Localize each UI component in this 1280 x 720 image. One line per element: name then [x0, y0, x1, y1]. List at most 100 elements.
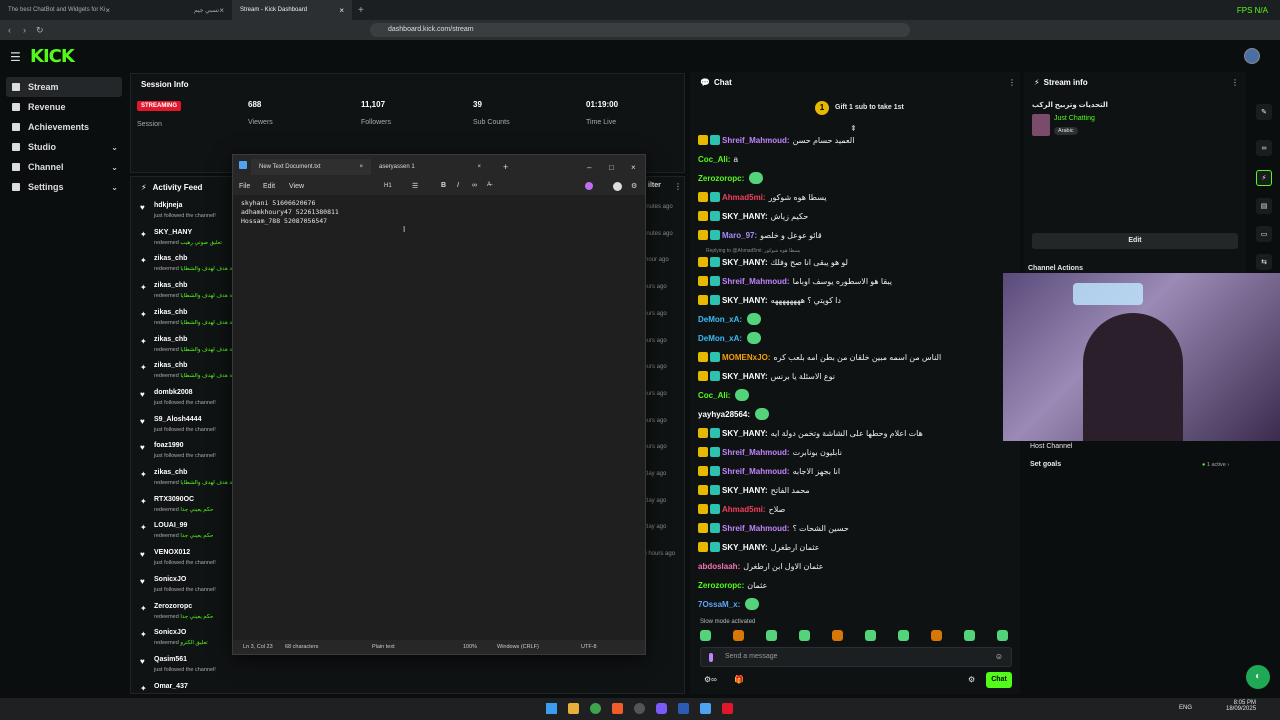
- close-icon[interactable]: ×: [105, 6, 110, 15]
- chat-username[interactable]: DeMon_xA:: [698, 334, 742, 343]
- chat-username[interactable]: SKY_HANY:: [722, 296, 768, 305]
- chat-username[interactable]: SKY_HANY:: [722, 258, 768, 267]
- discord-icon[interactable]: [656, 703, 667, 714]
- language-indicator[interactable]: ENG: [1179, 705, 1192, 711]
- sidebar-item-studio[interactable]: Studio ⌄: [6, 137, 122, 157]
- emoji-icon[interactable]: ☺: [995, 652, 1003, 661]
- doc-icon[interactable]: ▤: [1256, 198, 1272, 214]
- close-icon[interactable]: ×: [339, 6, 344, 15]
- close-icon[interactable]: ×: [219, 6, 224, 15]
- link-icon[interactable]: ∞: [1256, 140, 1272, 156]
- more-icon[interactable]: ⋮: [1231, 78, 1239, 87]
- chat-username[interactable]: Shreif_Mahmoud:: [722, 467, 790, 476]
- host-channel[interactable]: Host Channel: [1030, 443, 1072, 450]
- category-link[interactable]: Just Chatting: [1054, 115, 1095, 122]
- sidebar-item-achievements[interactable]: Achievements: [6, 117, 122, 137]
- emote-icon[interactable]: [766, 630, 777, 641]
- chrome-icon[interactable]: [590, 703, 601, 714]
- bold-icon[interactable]: B: [441, 182, 446, 189]
- gift-text[interactable]: Gift 1 sub to take 1st: [835, 104, 904, 111]
- chat-username[interactable]: MOMENxJO:: [722, 353, 770, 362]
- emote-icon[interactable]: [997, 630, 1008, 641]
- chat-username[interactable]: Shreif_Mahmoud:: [722, 524, 790, 533]
- emote-icon[interactable]: [964, 630, 975, 641]
- emote-icon[interactable]: [733, 630, 744, 641]
- italic-icon[interactable]: I: [457, 182, 459, 189]
- minimize-icon[interactable]: –: [579, 159, 599, 175]
- chat-username[interactable]: SKY_HANY:: [722, 543, 768, 552]
- brave-icon[interactable]: [612, 703, 623, 714]
- app-icon[interactable]: [722, 703, 733, 714]
- emote-icon[interactable]: [898, 630, 909, 641]
- chat-username[interactable]: Shreif_Mahmoud:: [722, 136, 790, 145]
- sidebar-item-revenue[interactable]: Revenue: [6, 97, 122, 117]
- emote-icon[interactable]: [799, 630, 810, 641]
- chat-username[interactable]: Ahmad5mi:: [722, 193, 766, 202]
- copilot-icon[interactable]: [585, 182, 593, 190]
- chat-username[interactable]: 7OssaM_x:: [698, 600, 740, 609]
- reload-icon[interactable]: ↻: [36, 25, 44, 36]
- maximize-icon[interactable]: □: [601, 159, 622, 175]
- new-tab-icon[interactable]: +: [495, 159, 516, 175]
- chat-username[interactable]: Zerozoropc:: [698, 174, 744, 183]
- gear-icon[interactable]: ⚙: [968, 675, 975, 684]
- browser-tab-active[interactable]: Stream - Kick Dashboard ×: [232, 0, 352, 20]
- settings-gear-icon[interactable]: ⚙∞: [704, 675, 717, 684]
- back-icon[interactable]: ‹: [8, 25, 11, 35]
- chat-input[interactable]: Send a message: [725, 653, 778, 660]
- notepad-tab[interactable]: aseryassen 1 ×: [371, 159, 489, 175]
- clock[interactable]: 8:05 PM 18/09/2025: [1226, 700, 1256, 712]
- chat-username[interactable]: Maro_97:: [722, 231, 757, 240]
- chat-username[interactable]: Coc_Ali:: [698, 391, 730, 400]
- browser-tab[interactable]: The best ChatBot and Widgets for Ki ×: [0, 0, 116, 20]
- help-chat-icon[interactable]: ◐: [1246, 665, 1270, 689]
- sliders-icon[interactable]: ⇆: [1256, 254, 1272, 270]
- chat-username[interactable]: Coc_Ali:: [698, 155, 730, 164]
- emote-icon[interactable]: [865, 630, 876, 641]
- avatar[interactable]: [1244, 48, 1260, 64]
- chat-send-button[interactable]: Chat: [986, 672, 1012, 688]
- sidebar-item-channel[interactable]: Channel ⌄: [6, 157, 122, 177]
- notepad-tab-active[interactable]: New Text Document.txt ×: [251, 159, 371, 175]
- emote-icon[interactable]: [832, 630, 843, 641]
- chat-username[interactable]: SKY_HANY:: [722, 429, 768, 438]
- explorer-icon[interactable]: [568, 703, 579, 714]
- feed-filter[interactable]: ilter: [648, 182, 661, 189]
- chat-input-box[interactable]: Send a message ☺: [700, 647, 1012, 667]
- more-icon[interactable]: ⋮: [674, 182, 682, 191]
- close-icon[interactable]: ×: [359, 164, 363, 170]
- link-icon[interactable]: ∞: [472, 182, 477, 189]
- notepad-taskbar-icon[interactable]: [700, 703, 711, 714]
- sidebar-item-stream[interactable]: Stream: [6, 77, 122, 97]
- notepad-text-area[interactable]: skyhani 51606620676 adhamkhoury47 522613…: [233, 195, 645, 640]
- start-icon[interactable]: [546, 703, 557, 714]
- menu-view[interactable]: View: [289, 183, 304, 190]
- heading-button[interactable]: H1: [384, 183, 392, 189]
- chat-username[interactable]: Shreif_Mahmoud:: [722, 277, 790, 286]
- forward-icon[interactable]: ›: [23, 25, 26, 35]
- obs-icon[interactable]: [634, 703, 645, 714]
- chat-username[interactable]: DeMon_xA:: [698, 315, 742, 324]
- chat-username[interactable]: abdoslaah:: [698, 562, 740, 571]
- new-tab-icon[interactable]: +: [352, 5, 364, 16]
- gift-box-icon[interactable]: 🎁: [734, 675, 744, 684]
- sidebar-item-settings[interactable]: Settings ⌄: [6, 177, 122, 197]
- chat-username[interactable]: Ahmad5mi:: [722, 505, 766, 514]
- chat-username[interactable]: SKY_HANY:: [722, 372, 768, 381]
- menu-edit[interactable]: Edit: [263, 183, 275, 190]
- chat-username[interactable]: SKY_HANY:: [722, 486, 768, 495]
- account-icon[interactable]: [613, 182, 622, 191]
- close-icon[interactable]: ×: [477, 164, 481, 170]
- more-icon[interactable]: ⋮: [1008, 78, 1016, 87]
- emote-icon[interactable]: [700, 630, 711, 641]
- chat-username[interactable]: Shreif_Mahmoud:: [722, 448, 790, 457]
- gear-icon[interactable]: ⚙: [631, 182, 637, 190]
- menu-file[interactable]: File: [239, 183, 250, 190]
- chat-username[interactable]: yayhya28564:: [698, 410, 750, 419]
- chat-icon[interactable]: ▭: [1256, 226, 1272, 242]
- edit-button[interactable]: Edit: [1032, 233, 1238, 249]
- clear-format-icon[interactable]: A̶: [487, 182, 491, 188]
- emote-icon[interactable]: [931, 630, 942, 641]
- url-field[interactable]: dashboard.kick.com/stream: [370, 23, 910, 37]
- pencil-icon[interactable]: ✎: [1256, 104, 1272, 120]
